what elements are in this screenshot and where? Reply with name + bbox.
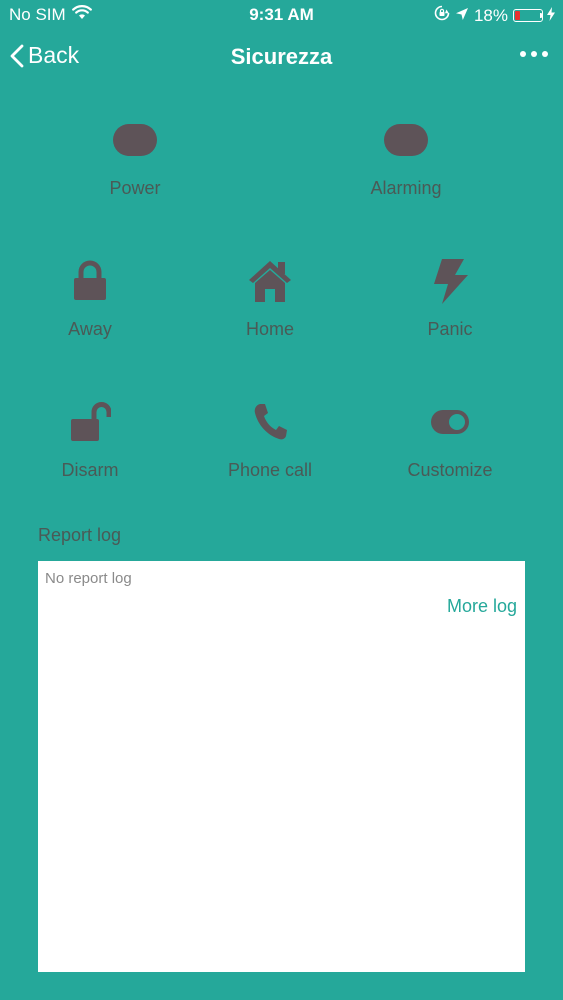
page-title: Sicurezza <box>230 44 333 69</box>
toggle-pill-icon <box>112 112 158 168</box>
alarming-label: Alarming <box>370 178 442 198</box>
customize-control[interactable]: Customize <box>370 394 530 481</box>
home-icon <box>246 253 294 309</box>
battery-fill <box>515 11 520 20</box>
report-log-title: Report log <box>38 525 122 545</box>
customize-label: Customize <box>407 460 493 480</box>
app-screen: No SIM 9:31 AM 18% Back Sicurezza Power … <box>0 0 563 1000</box>
panic-control[interactable]: Panic <box>370 253 530 340</box>
charging-bolt-icon <box>547 6 555 26</box>
disarm-label: Disarm <box>61 460 119 480</box>
power-label: Power <box>109 178 161 198</box>
away-control[interactable]: Away <box>10 253 170 340</box>
status-right: 18% <box>434 5 555 26</box>
lightning-bolt-icon <box>430 253 470 309</box>
more-log-link[interactable]: More log <box>447 596 517 617</box>
rotation-lock-icon <box>434 5 450 26</box>
battery-percent: 18% <box>473 5 508 25</box>
toggle-pill-icon <box>383 112 429 168</box>
more-options-button[interactable] <box>519 46 549 64</box>
location-arrow-icon <box>455 6 469 26</box>
panic-label: Panic <box>427 319 473 339</box>
toggle-switch-icon <box>430 394 470 450</box>
navigation-bar: Back Sicurezza <box>0 38 563 78</box>
battery-icon <box>513 9 543 22</box>
away-label: Away <box>68 319 112 339</box>
battery-body <box>513 9 543 22</box>
more-dots-icon <box>520 51 548 57</box>
phone-icon <box>252 394 288 450</box>
alarming-control[interactable]: Alarming <box>326 112 486 199</box>
power-control[interactable]: Power <box>55 112 215 199</box>
home-control[interactable]: Home <box>190 253 350 340</box>
disarm-control[interactable]: Disarm <box>10 394 170 481</box>
report-log-panel: No report log More log <box>38 561 525 972</box>
phone-call-control[interactable]: Phone call <box>190 394 350 481</box>
report-empty-text: No report log <box>45 570 132 587</box>
phone-call-label: Phone call <box>227 460 313 480</box>
unlock-icon <box>69 394 111 450</box>
lock-icon <box>72 253 108 309</box>
status-bar: No SIM 9:31 AM 18% <box>0 0 563 30</box>
home-label: Home <box>245 319 294 339</box>
